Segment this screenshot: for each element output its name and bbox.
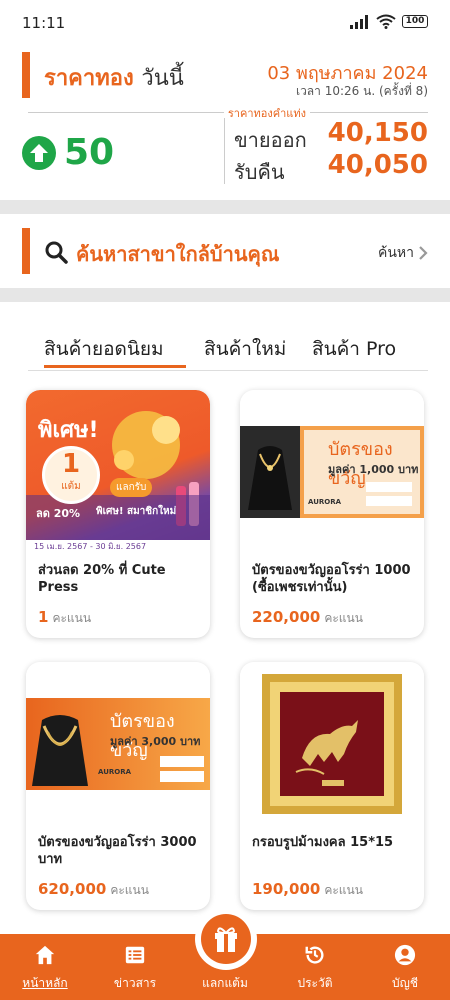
nav-home-label: หน้าหลัก [22,976,68,990]
gift-icon [215,927,237,952]
section-gap [0,200,450,214]
voucher-value: มูลค่า 1,000 บาท [328,463,419,476]
voucher-brand: AURORA [98,768,132,776]
promo-discount: ลด 20% [36,507,81,520]
redeem-circle [201,914,251,964]
buy-value: 40,050 [327,150,428,180]
product-points: 190,000 คะแนน [252,880,363,900]
section-gap [0,288,450,302]
tab-promo[interactable]: สินค้า Pro [312,334,396,364]
promo-one-circle: 1 แต้ม [42,446,100,504]
nav-news[interactable]: ข่าวสาร [90,934,180,1000]
product-card[interactable]: พิเศษ! 1 แต้ม แลกรับ ลด 20% พิเศษ! สมาชิ… [26,390,210,638]
nav-history-label: ประวัติ [297,976,333,990]
product-card[interactable]: กรอบรูปม้ามงคล 15*15 190,000 คะแนน [240,662,424,910]
points-unit: คะแนน [324,883,363,897]
battery-icon: 100 [402,15,428,28]
product-card[interactable]: บัตรของขวัญ มูลค่า 3,000 บาท AURORA บัตร… [26,662,210,910]
nav-account-label: บัญชี [392,976,418,990]
status-icons: 100 [350,14,428,29]
news-icon [125,946,145,964]
product-points: 220,000 คะแนน [252,608,363,628]
points-value: 1 [38,608,49,626]
price-change: 50 [22,132,114,173]
product-card[interactable]: บัตรของขวัญ มูลค่า 1,000 บาท AURORA บัตร… [240,390,424,638]
points-unit: คะแนน [52,611,92,625]
gold-bar-caption: ราคาทองคำแท่ง [223,104,310,122]
account-icon [394,944,416,966]
price-title: ราคาทอง วันนี้ [44,60,184,95]
product-name: กรอบรูปม้ามงคล 15*15 [252,835,394,850]
branch-search-label: ค้นหาสาขาใกล้บ้านคุณ [76,242,280,266]
signal-icon [350,14,368,29]
status-bar: 11:11 100 [0,0,450,40]
points-value: 220,000 [252,608,321,626]
promo-one-unit: แต้ม [61,481,81,492]
arrow-up-circle-icon [22,135,56,170]
points-value: 190,000 [252,880,321,898]
tab-active-indicator [44,365,186,368]
promo-exchange: แลกรับ [110,478,153,497]
voucher-value: มูลค่า 3,000 บาท [110,735,201,748]
tab-popular[interactable]: สินค้ายอดนิยม [44,334,164,364]
points-unit: คะแนน [110,883,149,897]
nav-redeem-label: แลกแต้ม [202,976,248,990]
price-time: เวลา 10:26 น. (ครั้งที่ 8) [295,84,428,98]
points-unit: คะแนน [324,611,363,625]
tabs-divider [28,370,428,371]
nav-history[interactable]: ประวัติ [270,934,360,1000]
tab-new[interactable]: สินค้าใหม่ [204,334,286,364]
promo-badge: พิเศษ! [38,418,99,443]
chevron-right-icon [419,246,428,260]
product-points: 620,000 คะแนน [38,880,149,900]
history-icon [305,946,324,964]
gold-price-card: ราคาทอง วันนี้ 03 พฤษภาคม 2024 เวลา 10:2… [0,40,450,200]
horse-frame-graphic [262,674,402,814]
wifi-icon [376,14,396,29]
accent-bar [22,228,30,274]
promo-one: 1 [61,449,81,479]
product-points: 1 คะแนน [38,608,91,628]
accent-bar [22,52,30,98]
search-icon [45,241,68,264]
status-time: 11:11 [22,14,66,32]
nav-account[interactable]: บัญชี [360,934,450,1000]
product-image: บัตรของขวัญ มูลค่า 3,000 บาท AURORA [26,662,210,824]
product-image: พิเศษ! 1 แต้ม แลกรับ ลด 20% พิเศษ! สมาชิ… [26,390,210,552]
product-image [240,662,424,824]
home-icon [35,945,55,965]
sell-value: 40,150 [327,118,428,148]
product-name: ส่วนลด 20% ที่ Cute Press [38,563,166,595]
price-title-main: ราคาทอง [44,66,134,91]
search-link-label: ค้นหา [377,245,414,261]
product-name: บัตรของขวัญออโรร่า 3000 บาท [38,835,197,867]
promo-special: พิเศษ! สมาชิกใหม่ [96,506,177,517]
promo-dates: 15 เม.ย. 2567 - 30 มิ.ย. 2567 [34,542,147,551]
voucher-brand: AURORA [308,498,342,506]
branch-search-card[interactable]: ค้นหาสาขาใกล้บ้านคุณ ค้นหา [0,214,450,288]
nav-home[interactable]: หน้าหลัก [0,934,90,1000]
buy-label: รับคืน [234,160,285,184]
product-name: บัตรของขวัญออโรร่า 1000 (ซื้อเพชรเท่านั้… [252,563,411,595]
search-link[interactable]: ค้นหา [378,242,428,264]
nav-news-label: ข่าวสาร [113,976,157,990]
product-tabs: สินค้ายอดนิยม สินค้าใหม่ สินค้า Pro [0,330,450,370]
price-title-suffix: วันนี้ [141,66,184,91]
price-change-value: 50 [64,132,115,173]
points-value: 620,000 [38,880,107,898]
vertical-divider [224,118,225,184]
sell-label: ขายออก [234,128,307,152]
redeem-center-button[interactable] [195,908,257,970]
product-image: บัตรของขวัญ มูลค่า 1,000 บาท AURORA [240,390,424,552]
